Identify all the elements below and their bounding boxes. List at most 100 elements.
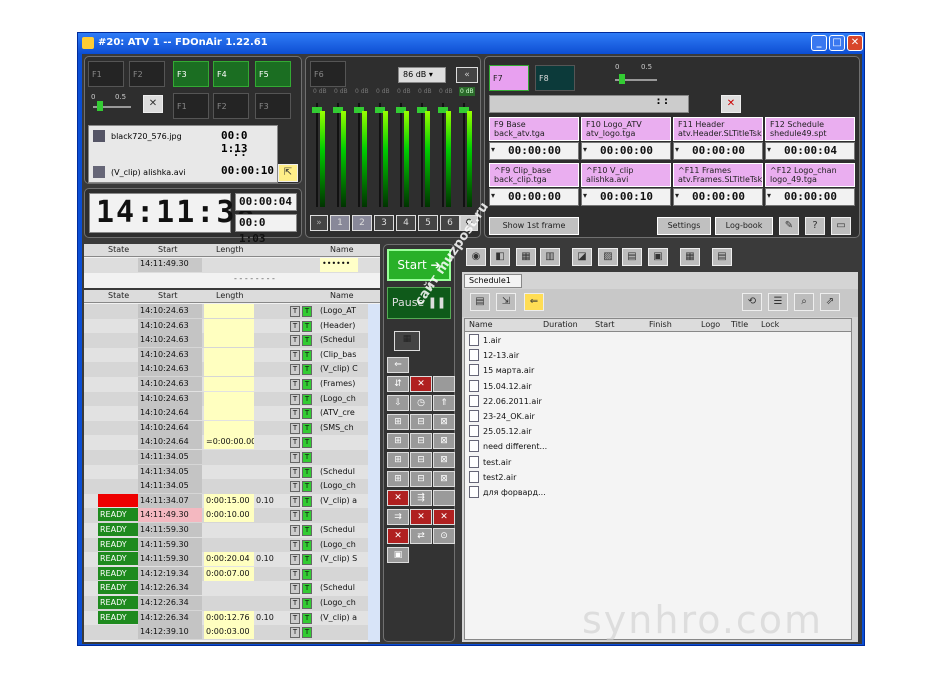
prev-channel-button[interactable]: »: [310, 215, 328, 231]
refresh-icon[interactable]: ⟲: [742, 293, 762, 311]
table-row[interactable]: READY 14:12:26.34 T T (Logo_ch: [84, 596, 368, 611]
toolbar-icon[interactable]: ◧: [490, 248, 510, 266]
control-icon[interactable]: ⇶: [410, 490, 432, 506]
clock-icon[interactable]: ◷: [410, 395, 432, 411]
minimize-button[interactable]: _: [811, 35, 827, 51]
dropdown-icon[interactable]: ▾: [675, 145, 679, 154]
clear-icon[interactable]: ✕: [721, 95, 741, 113]
dropdown-icon[interactable]: ▾: [583, 191, 587, 200]
list-item[interactable]: для форвард...: [469, 485, 669, 500]
dropdown-icon[interactable]: ▾: [491, 191, 495, 200]
fader-track[interactable]: [316, 103, 318, 207]
graphics-slot-button[interactable]: ^F10 V_clip alishka.avi: [581, 163, 671, 187]
toolbar-icon[interactable]: ◉: [466, 248, 486, 266]
table-row[interactable]: READY 14:11:59.30 T T (Logo_ch: [84, 537, 368, 553]
control-icon[interactable]: ⊞: [387, 433, 409, 449]
doc-icon[interactable]: ▤: [470, 293, 490, 311]
control-icon[interactable]: ⊠: [433, 414, 455, 430]
playlist-scrollbar[interactable]: [368, 304, 380, 642]
channel-button[interactable]: 3: [374, 215, 394, 231]
help-icon[interactable]: ?: [805, 217, 825, 235]
title-bar[interactable]: #20: ATV 1 -- FDOnAir 1.22.61 _ □ ✕: [78, 33, 864, 53]
folder-icon[interactable]: ▭: [831, 217, 851, 235]
table-row[interactable]: READY 14:11:49.30 0:00:10.00 T T: [84, 508, 368, 523]
table-row[interactable]: 14:10:24.63 T T (Clip_bas: [84, 347, 368, 363]
dropdown-icon[interactable]: ▾: [491, 145, 495, 154]
list-item[interactable]: test2.air: [469, 470, 669, 485]
control-icon[interactable]: ⊠: [433, 433, 455, 449]
fkey-f6[interactable]: F6: [310, 61, 346, 87]
skip-icon[interactable]: ⇱: [278, 164, 298, 182]
collapse-button[interactable]: «: [456, 67, 478, 83]
upper-table-row[interactable]: 14:11:49.30 ••••••: [84, 258, 380, 273]
back-icon[interactable]: ⇐: [524, 293, 544, 311]
control-icon[interactable]: ⊙: [433, 528, 455, 544]
toolbar-icon[interactable]: ▤: [622, 248, 642, 266]
fkey-bottom-f1[interactable]: F1: [173, 93, 209, 119]
logbook-button[interactable]: Log-book: [715, 217, 773, 235]
fader-track[interactable]: [421, 103, 423, 207]
dropdown-icon[interactable]: ▾: [767, 191, 771, 200]
channel-button[interactable]: 2: [352, 215, 372, 231]
graphics-slot-button[interactable]: F9 Base back_atv.tga: [489, 117, 579, 141]
delete-icon[interactable]: ✕: [410, 376, 432, 392]
list-item[interactable]: 22.06.2011.air: [469, 394, 669, 409]
mute-icon[interactable]: ✕: [143, 95, 163, 113]
table-row[interactable]: READY 14:11:59.30 T T (Schedul: [84, 523, 368, 538]
export-icon[interactable]: ⇗: [820, 293, 840, 311]
list-icon[interactable]: ☰: [768, 293, 788, 311]
control-icon[interactable]: ⊟: [410, 433, 432, 449]
gfx-volume-thumb[interactable]: [619, 74, 625, 84]
fkey-f7[interactable]: F7: [489, 65, 529, 91]
fader-track[interactable]: [400, 103, 402, 207]
control-icon[interactable]: ⇉: [387, 509, 409, 525]
dropdown-icon[interactable]: ▾: [675, 191, 679, 200]
graphics-slot-button[interactable]: ^F9 Clip_base back_clip.tga: [489, 163, 579, 187]
toolbar-icon[interactable]: ▨: [598, 248, 618, 266]
fkey-bottom-f2[interactable]: F2: [213, 93, 249, 119]
fkey-f1[interactable]: F1: [88, 61, 124, 87]
fader-track[interactable]: [337, 103, 339, 207]
control-icon[interactable]: ⊠: [433, 452, 455, 468]
control-icon[interactable]: ⇄: [410, 528, 432, 544]
show-first-frame-button[interactable]: Show 1st frame: [489, 217, 579, 235]
channel-button[interactable]: 1: [330, 215, 350, 231]
toolbar-icon[interactable]: ▥: [540, 248, 560, 266]
fkey-f5[interactable]: F5: [255, 61, 291, 87]
fader-track[interactable]: [358, 103, 360, 207]
control-icon[interactable]: ✕: [387, 490, 409, 506]
fkey-f3[interactable]: F3: [173, 61, 209, 87]
list-item[interactable]: test.air: [469, 455, 669, 470]
toolbar-icon[interactable]: ▦: [680, 248, 700, 266]
list-item[interactable]: 23-24_OK.air: [469, 409, 669, 424]
dropdown-icon[interactable]: ▾: [583, 145, 587, 154]
table-row[interactable]: READY 14:12:26.34 T T (Schedul: [84, 581, 368, 596]
close-button[interactable]: ✕: [847, 35, 863, 51]
control-icon[interactable]: ✕: [410, 509, 432, 525]
control-icon[interactable]: ⊟: [410, 414, 432, 430]
fkey-f8[interactable]: F8: [535, 65, 575, 91]
level-select[interactable]: 86 dB ▾: [398, 67, 446, 83]
graphics-slot-button[interactable]: ^F12 Logo_chan logo_49.tga: [765, 163, 855, 187]
graphics-slot-button[interactable]: ^F11 Frames atv.Frames.SLTitleTsk: [673, 163, 763, 187]
table-row[interactable]: READY 14:12:26.34 0:00:12.76 0.10 T T (V_clip)…: [84, 610, 368, 626]
pencil-icon[interactable]: ✎: [779, 217, 799, 235]
channel-button[interactable]: 5: [418, 215, 438, 231]
table-row[interactable]: 14:10:24.64 T T (SMS_ch: [84, 420, 368, 436]
control-icon[interactable]: ⊞: [387, 414, 409, 430]
table-row[interactable]: 14:11:34.05 T T (Schedul: [84, 464, 368, 480]
list-item[interactable]: need different...: [469, 439, 669, 454]
control-icon[interactable]: ⊠: [433, 471, 455, 487]
settings-button[interactable]: Settings: [657, 217, 711, 235]
toolbar-icon[interactable]: ▣: [648, 248, 668, 266]
graphics-slot-button[interactable]: F11 Header atv.Header.SLTitleTsk: [673, 117, 763, 141]
back-icon[interactable]: ⇐: [387, 357, 409, 373]
search-icon[interactable]: ⌕: [794, 293, 814, 311]
table-row[interactable]: 14:10:24.64 =0:00:00.00 T T: [84, 435, 368, 450]
fkey-f4[interactable]: F4: [213, 61, 249, 87]
control-icon[interactable]: ⊟: [410, 471, 432, 487]
fader-track[interactable]: [463, 103, 465, 207]
channel-button[interactable]: 6: [440, 215, 460, 231]
control-icon[interactable]: ✕: [433, 509, 455, 525]
table-row[interactable]: 14:11:34.07 0:00:15.00 0.10 T T (V_clip) a: [84, 493, 368, 509]
